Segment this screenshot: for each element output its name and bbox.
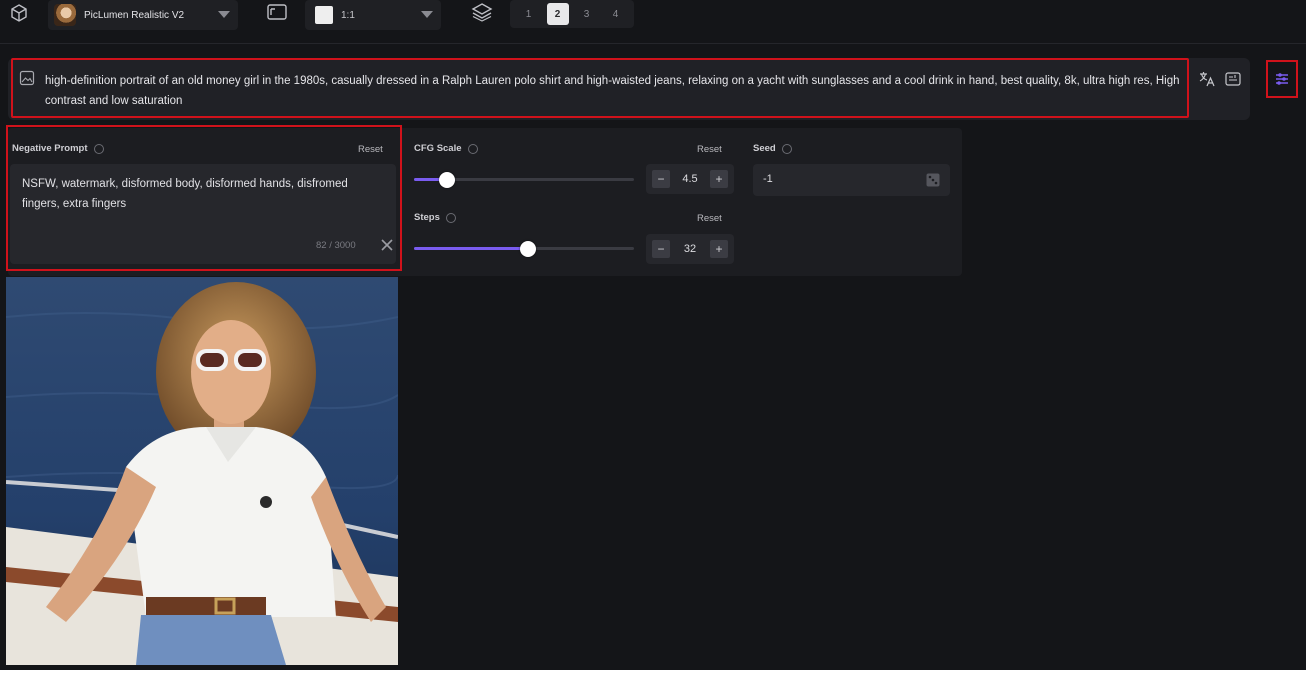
chevron-down-icon [421, 11, 433, 18]
count-option-1[interactable]: 1 [518, 3, 540, 25]
help-icon[interactable] [445, 212, 456, 223]
cfg-scale-label-text: CFG Scale [414, 143, 462, 154]
prompt-bar: high-definition portrait of an old money… [8, 58, 1250, 120]
image-icon[interactable] [19, 70, 37, 88]
steps-slider[interactable] [414, 241, 634, 257]
plus-icon[interactable]: + [710, 240, 728, 258]
advanced-settings-button[interactable] [1266, 60, 1298, 98]
plus-icon[interactable]: + [709, 170, 728, 188]
cfg-scale-value[interactable]: 4.5 [682, 173, 697, 185]
steps-label-text: Steps [414, 212, 440, 223]
layers-icon[interactable] [470, 0, 494, 24]
steps-value[interactable]: 32 [684, 243, 696, 255]
count-option-4[interactable]: 4 [605, 3, 627, 25]
expand-icon[interactable] [1224, 70, 1242, 88]
image-count-selector: 1 2 3 4 [510, 0, 634, 28]
chevron-down-icon [218, 11, 230, 18]
steps-stepper: − 32 + [646, 234, 734, 264]
help-icon[interactable] [467, 143, 478, 154]
negative-prompt-label-text: Negative Prompt [12, 143, 88, 154]
cfg-scale-label: CFG Scale [414, 143, 478, 154]
help-icon[interactable] [93, 143, 104, 154]
negative-prompt-input[interactable]: NSFW, watermark, disformed body, disform… [10, 164, 396, 264]
slider-handle[interactable] [439, 172, 455, 188]
close-icon[interactable] [380, 238, 394, 252]
model-thumbnail [54, 4, 76, 26]
square-ratio-icon [315, 6, 333, 24]
negative-prompt-label: Negative Prompt [12, 143, 104, 154]
dice-icon[interactable] [925, 172, 941, 188]
generated-image[interactable] [6, 277, 398, 665]
settings-sliders-icon [1276, 73, 1288, 85]
prompt-input[interactable]: high-definition portrait of an old money… [11, 58, 1189, 118]
seed-label-text: Seed [753, 143, 776, 154]
cube-icon[interactable] [8, 2, 30, 24]
translate-icon[interactable] [1198, 70, 1216, 88]
minus-icon[interactable]: − [652, 240, 670, 258]
model-select[interactable]: PicLumen Realistic V2 [48, 0, 238, 30]
negative-prompt-reset-button[interactable]: Reset [358, 144, 383, 155]
count-option-2[interactable]: 2 [546, 3, 569, 25]
cfg-scale-stepper: − 4.5 + [646, 164, 734, 194]
ratio-label: 1:1 [341, 9, 355, 21]
model-label: PicLumen Realistic V2 [84, 9, 185, 21]
aspect-ratio-icon[interactable] [266, 2, 288, 22]
top-toolbar: PicLumen Realistic V2 1:1 1 2 3 4 [0, 0, 1306, 44]
cfg-scale-reset-button[interactable]: Reset [697, 144, 722, 155]
seed-value: -1 [763, 173, 773, 185]
app-window: PicLumen Realistic V2 1:1 1 2 3 4 high-d… [0, 0, 1306, 670]
seed-input[interactable]: -1 [753, 164, 950, 196]
help-icon[interactable] [781, 143, 792, 154]
steps-label: Steps [414, 212, 456, 223]
cfg-scale-slider[interactable] [414, 172, 634, 188]
character-counter: 82 / 3000 [316, 240, 356, 251]
seed-label: Seed [753, 143, 792, 154]
prompt-text: high-definition portrait of an old money… [45, 75, 1180, 107]
count-option-3[interactable]: 3 [576, 3, 598, 25]
slider-fill [414, 247, 528, 250]
steps-reset-button[interactable]: Reset [697, 213, 722, 224]
slider-handle[interactable] [520, 241, 536, 257]
negative-prompt-text: NSFW, watermark, disformed body, disform… [22, 178, 348, 210]
minus-icon[interactable]: − [652, 170, 670, 188]
aspect-ratio-select[interactable]: 1:1 [305, 0, 441, 30]
